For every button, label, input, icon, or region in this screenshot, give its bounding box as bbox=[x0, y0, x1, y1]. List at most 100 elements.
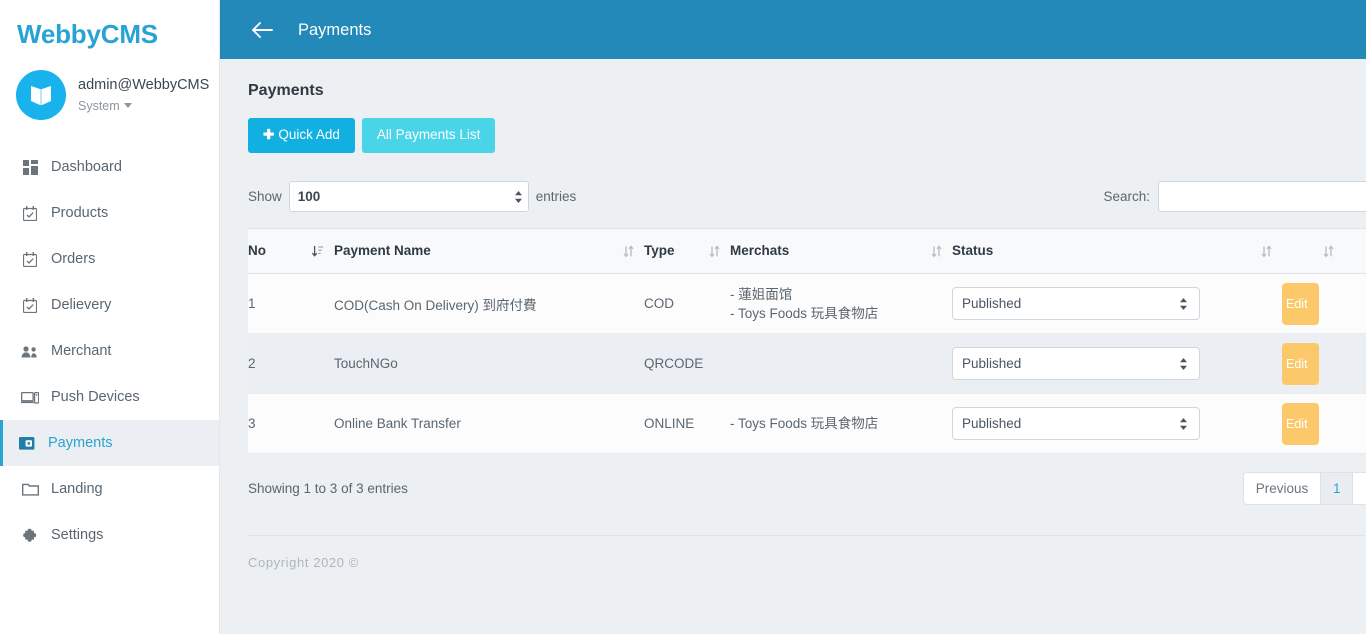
sidebar-item-label: Push Devices bbox=[51, 389, 140, 405]
column-header-payment-name[interactable]: Payment Name bbox=[334, 228, 644, 274]
payments-table: No Payment Name Type Merchats Status 1 C… bbox=[248, 228, 1366, 454]
all-payments-list-button[interactable]: All Payments List bbox=[361, 118, 496, 153]
sidebar-item-products[interactable]: Products bbox=[0, 190, 219, 236]
table-row: 1 COD(Cash On Delivery) 到府付費 COD - 蓮姐面馆 … bbox=[248, 273, 1366, 334]
status-select-wrap: Published bbox=[952, 407, 1200, 440]
page-length-control: Show 100 entries bbox=[248, 181, 576, 212]
cell-status: Published bbox=[952, 333, 1282, 394]
cell-extra bbox=[1344, 393, 1366, 454]
page-length-select-wrap: 100 bbox=[282, 181, 536, 212]
edit-button[interactable]: Edit bbox=[1282, 402, 1319, 445]
cell-type: ONLINE bbox=[644, 393, 730, 454]
showing-entries-info: Showing 1 to 3 of 3 entries bbox=[248, 480, 408, 496]
cell-payment-name: TouchNGo bbox=[334, 333, 644, 394]
devices-icon bbox=[19, 391, 41, 404]
sidebar-item-push-devices[interactable]: Push Devices bbox=[0, 374, 219, 420]
copyright-text: Copyright 2020 © bbox=[248, 555, 359, 570]
chevron-down-icon bbox=[123, 103, 132, 108]
table-head: No Payment Name Type Merchats Status bbox=[248, 228, 1366, 274]
pagination-previous[interactable]: Previous bbox=[1242, 472, 1322, 505]
sort-none-icon bbox=[1261, 244, 1272, 258]
column-header-no[interactable]: No bbox=[248, 228, 334, 274]
table-row: 3 Online Bank Transfer ONLINE - Toys Foo… bbox=[248, 393, 1366, 454]
sidebar-item-label: Dashboard bbox=[51, 159, 122, 175]
show-label: Show bbox=[248, 188, 282, 204]
sidebar-item-label: Products bbox=[51, 205, 109, 221]
merchant-line: - 蓮姐面馆 bbox=[730, 286, 793, 302]
pagination-page-1[interactable]: 1 bbox=[1320, 472, 1354, 505]
content: ✖ Payments ✚Quick Add All Payments List … bbox=[220, 59, 1366, 505]
pagination-next[interactable]: Next bbox=[1352, 472, 1366, 505]
column-header-extra-2[interactable] bbox=[1344, 228, 1366, 274]
search-input[interactable] bbox=[1158, 181, 1366, 212]
sidebar-item-delievery[interactable]: Delievery bbox=[0, 282, 219, 328]
column-header-extra-1[interactable] bbox=[1282, 228, 1344, 274]
search-label: Search: bbox=[1103, 188, 1150, 204]
status-select[interactable]: Published bbox=[952, 287, 1200, 320]
table-row: 2 TouchNGo QRCODE Published Edit bbox=[248, 333, 1366, 394]
user-name: admin@WebbyCMS bbox=[78, 77, 210, 93]
page-length-select[interactable]: 100 bbox=[288, 181, 529, 212]
sort-none-icon bbox=[623, 244, 634, 258]
column-label: No bbox=[248, 243, 266, 258]
puzzle-icon bbox=[19, 527, 41, 543]
topbar: Payments bbox=[220, 0, 1366, 59]
user-profile[interactable]: admin@WebbyCMS System bbox=[0, 50, 219, 120]
sort-none-icon bbox=[931, 244, 942, 258]
sidebar-item-dashboard[interactable]: Dashboard bbox=[0, 144, 219, 190]
user-role-label: System bbox=[78, 99, 120, 113]
status-select[interactable]: Published bbox=[952, 407, 1200, 440]
sidebar-item-landing[interactable]: Landing bbox=[0, 466, 219, 512]
entries-label: entries bbox=[535, 188, 577, 204]
column-label: Status bbox=[952, 243, 994, 258]
avatar bbox=[16, 70, 66, 120]
status-select-wrap: Published bbox=[952, 287, 1200, 320]
sidebar-item-label: Landing bbox=[51, 481, 103, 497]
action-buttons: ✚ Quick Add All Payments List bbox=[248, 118, 1366, 153]
status-select-wrap: Published bbox=[952, 347, 1200, 380]
topbar-title: Payments bbox=[298, 20, 372, 39]
payments-table-card: Show 100 entries Search: No Payment Name… bbox=[248, 181, 1366, 505]
arrow-left-icon[interactable] bbox=[248, 16, 276, 44]
quick-add-label: Quick Add bbox=[278, 127, 340, 142]
page-title: Payments bbox=[248, 82, 324, 99]
edit-button[interactable]: Edit bbox=[1282, 282, 1319, 325]
sidebar-item-orders[interactable]: Orders bbox=[0, 236, 219, 282]
sort-none-icon bbox=[1323, 244, 1334, 258]
calendar-check-icon bbox=[19, 205, 41, 221]
table-controls: Show 100 entries Search: bbox=[248, 181, 1366, 212]
column-header-merchats[interactable]: Merchats bbox=[730, 228, 952, 274]
quick-add-button[interactable]: ✚ Quick Add bbox=[248, 118, 355, 153]
user-meta: admin@WebbyCMS System bbox=[66, 76, 209, 114]
cell-actions: Edit bbox=[1282, 273, 1344, 334]
column-header-type[interactable]: Type bbox=[644, 228, 730, 274]
edit-button[interactable]: Edit bbox=[1282, 342, 1319, 385]
status-select[interactable]: Published bbox=[952, 347, 1200, 380]
sidebar-item-label: Merchant bbox=[51, 343, 112, 359]
cell-merchants bbox=[730, 333, 952, 394]
calendar-check-icon bbox=[19, 297, 41, 313]
sidebar-item-settings[interactable]: Settings bbox=[0, 512, 219, 558]
user-role[interactable]: System bbox=[78, 94, 209, 114]
cell-extra bbox=[1344, 333, 1366, 394]
cell-extra bbox=[1344, 273, 1366, 334]
sidebar-item-merchant[interactable]: Merchant bbox=[0, 328, 219, 374]
sidebar-item-payments[interactable]: Payments bbox=[0, 420, 219, 466]
column-label: Type bbox=[644, 243, 675, 258]
dashboard-icon bbox=[19, 159, 41, 175]
cell-status: Published bbox=[952, 393, 1282, 454]
cell-merchants: - Toys Foods 玩具食物店 bbox=[730, 393, 952, 454]
column-label: Merchats bbox=[730, 243, 790, 258]
merchant-line: - Toys Foods 玩具食物店 bbox=[730, 305, 879, 321]
brand-logo-text[interactable]: WebbyCMS bbox=[0, 0, 219, 50]
cell-actions: Edit bbox=[1282, 333, 1344, 394]
folder-icon bbox=[19, 482, 41, 496]
sidebar-item-label: Orders bbox=[51, 251, 96, 267]
column-label: Payment Name bbox=[334, 243, 431, 258]
merchant-line: - Toys Foods 玩具食物店 bbox=[730, 416, 879, 431]
book-logo-icon bbox=[31, 86, 51, 105]
sort-none-icon bbox=[709, 244, 720, 258]
column-header-status[interactable]: Status bbox=[952, 228, 1282, 274]
cell-no: 2 bbox=[248, 333, 334, 394]
app-root: WebbyCMS admin@WebbyCMS System Dashboard… bbox=[0, 0, 1366, 634]
